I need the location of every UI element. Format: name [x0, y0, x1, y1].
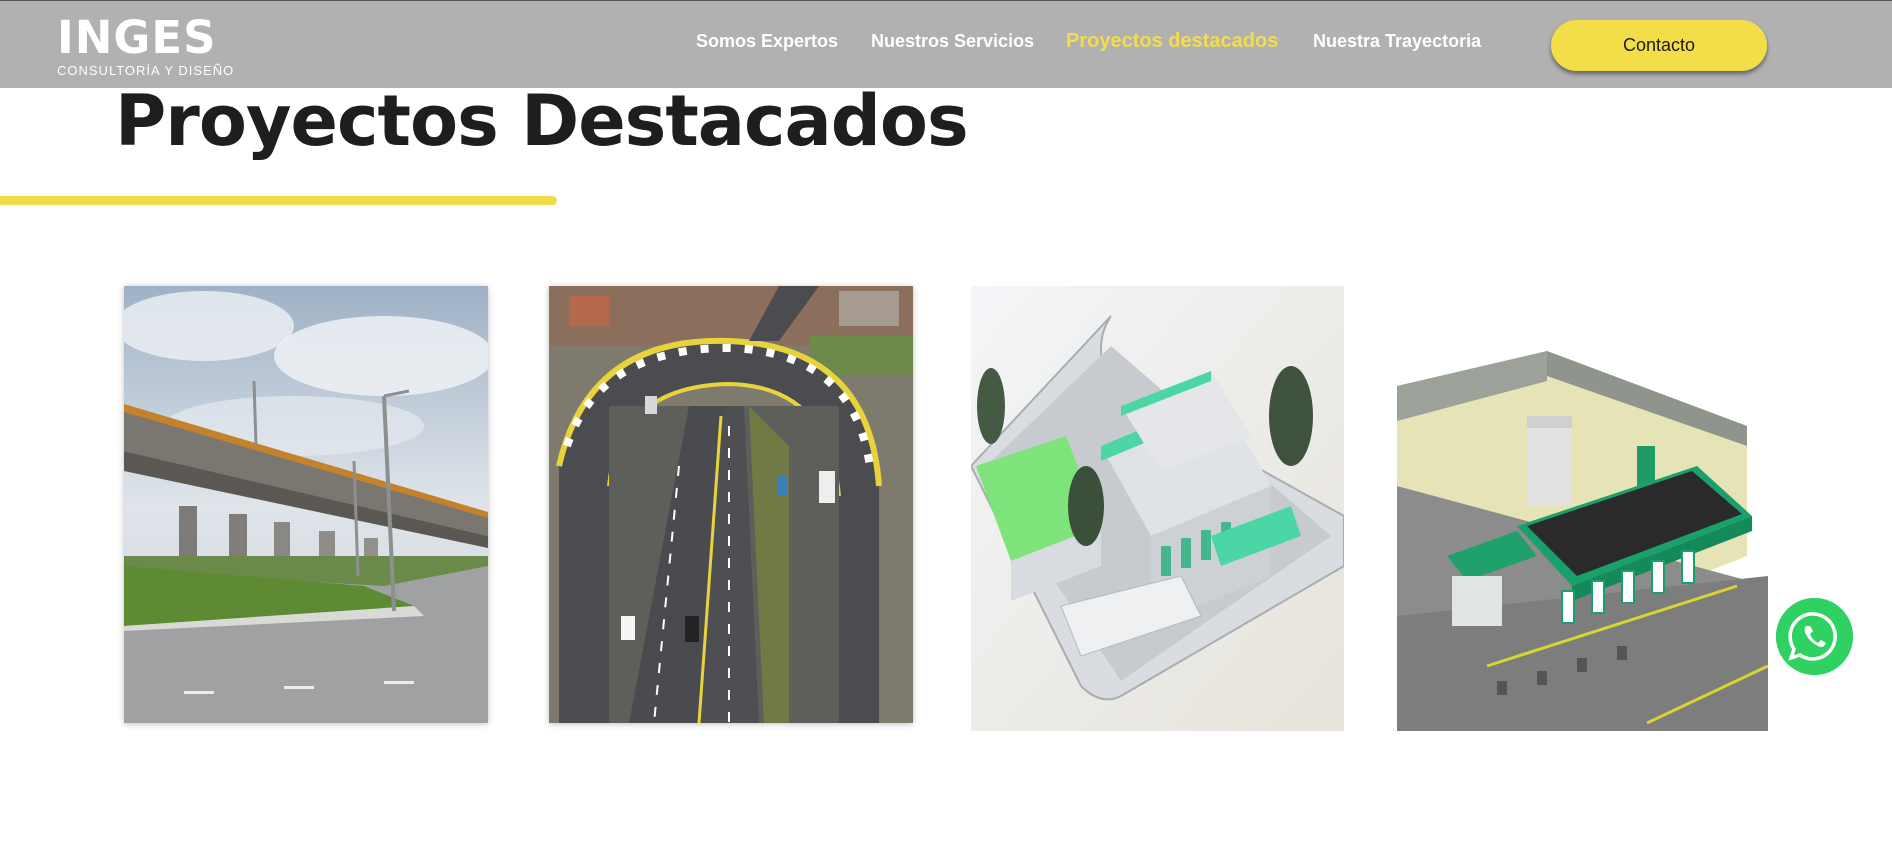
- section-title: Proyectos Destacados: [115, 80, 969, 162]
- toll-station-render-image: [1397, 286, 1768, 731]
- inges-logo[interactable]: INGES CONSULTORÍA Y DISEÑO: [57, 11, 233, 79]
- project-card-highway[interactable]: [549, 286, 913, 723]
- title-underline: [0, 196, 557, 205]
- bridge-overpass-image: [124, 286, 488, 723]
- nav-somos-expertos[interactable]: Somos Expertos: [696, 31, 838, 52]
- whatsapp-button[interactable]: [1776, 598, 1853, 675]
- logo-tagline: CONSULTORÍA Y DISEÑO: [57, 63, 235, 78]
- nav-nuestros-servicios[interactable]: Nuestros Servicios: [871, 31, 1034, 52]
- project-card-building[interactable]: [971, 286, 1344, 731]
- project-card-toll-station[interactable]: [1397, 286, 1768, 731]
- building-render-image: [971, 286, 1344, 731]
- highway-loop-image: [549, 286, 913, 723]
- logo-wordmark: INGES: [57, 11, 217, 64]
- whatsapp-icon: [1776, 598, 1853, 675]
- project-card-bridge[interactable]: [124, 286, 488, 723]
- site-header: INGES CONSULTORÍA Y DISEÑO Somos Experto…: [0, 0, 1892, 88]
- nav-nuestra-trayectoria[interactable]: Nuestra Trayectoria: [1313, 31, 1481, 52]
- nav-proyectos-destacados[interactable]: Proyectos destacados: [1066, 30, 1278, 53]
- contact-button[interactable]: Contacto: [1551, 20, 1767, 71]
